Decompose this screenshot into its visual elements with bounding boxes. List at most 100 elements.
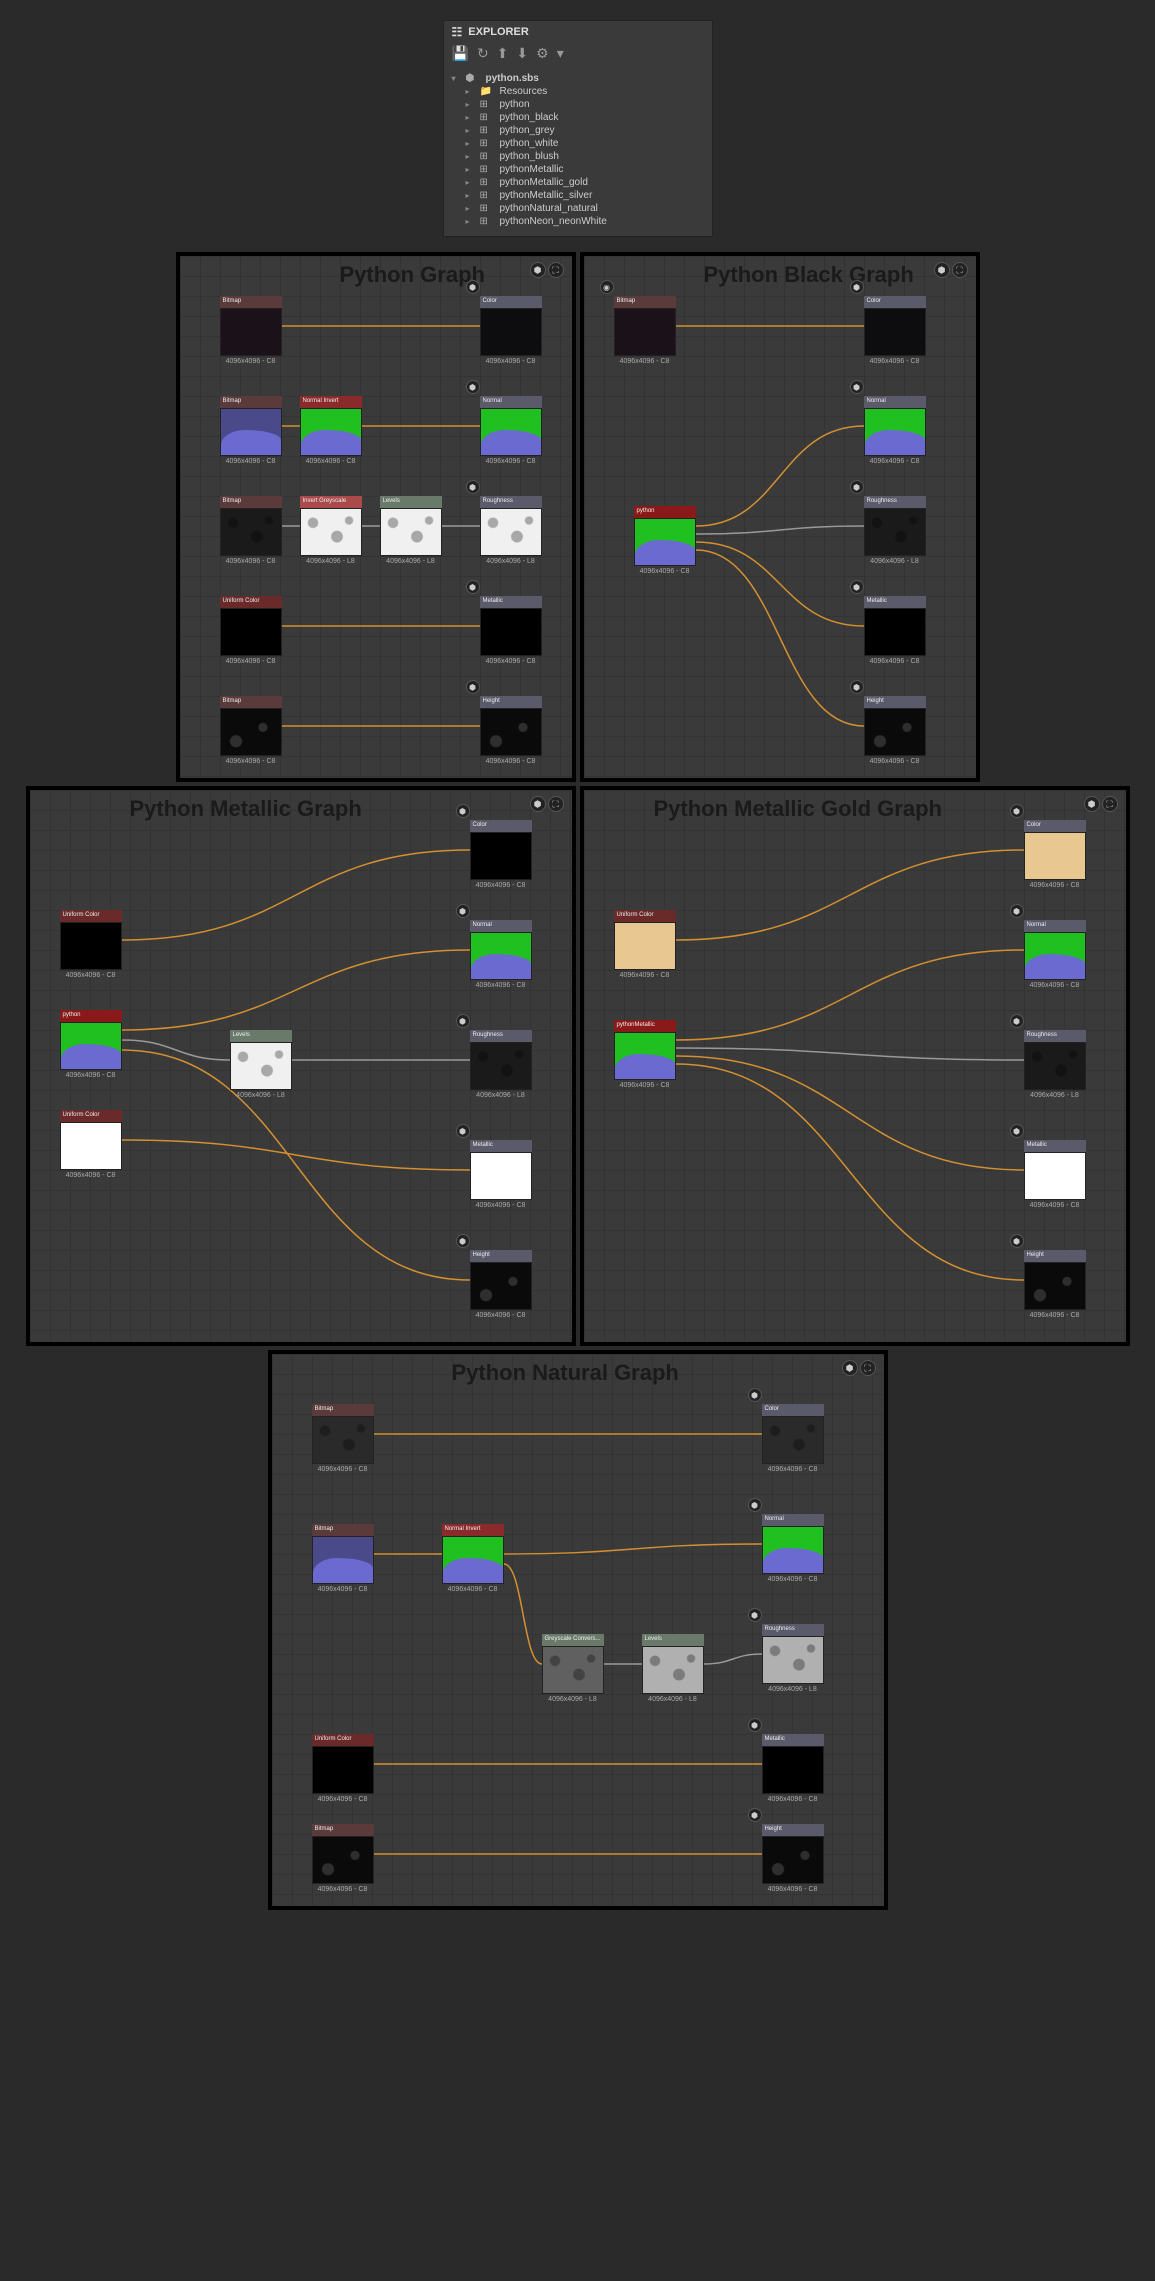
node-resolution: 4096x4096 - L8	[380, 558, 442, 565]
refresh-icon[interactable]: ↻	[477, 45, 489, 62]
node-invert_greyscale[interactable]: Invert Greyscale 4096x4096 - L8	[300, 496, 362, 565]
node-uniform[interactable]: Uniform Color 4096x4096 - C8	[60, 910, 122, 979]
node-python_metallic[interactable]: pythonMetallic 4096x4096 - C8	[614, 1020, 676, 1089]
view3d-icon[interactable]: ⬢	[530, 796, 546, 812]
python-natural-graph[interactable]: Python Natural Graph ⬢ ⛶ Bitmap 4096x409…	[268, 1350, 888, 1910]
node-out_metallic[interactable]: ⬢ Metallic 4096x4096 - C8	[480, 596, 542, 665]
node-resolution: 4096x4096 - C8	[614, 1082, 676, 1089]
save-icon[interactable]: 💾	[452, 45, 469, 62]
node-thumbnail	[642, 1646, 704, 1694]
node-uniform[interactable]: Uniform Color 4096x4096 - C8	[60, 1110, 122, 1179]
node-bitmap[interactable]: Bitmap 4096x4096 - C8	[312, 1404, 374, 1473]
node-out_roughness[interactable]: ⬢ Roughness 4096x4096 - L8	[762, 1624, 824, 1693]
view3d-icon[interactable]: ⬢	[842, 1360, 858, 1376]
expand-icon[interactable]: ⛶	[548, 262, 564, 278]
node-bitmap[interactable]: Bitmap 4096x4096 - C8	[220, 396, 282, 465]
tree-item[interactable]: ▸ ⊞ python_white	[444, 137, 712, 150]
tree-item[interactable]: ▸ ⊞ pythonMetallic	[444, 163, 712, 176]
tree-item[interactable]: ▸ ⊞ pythonNatural_natural	[444, 202, 712, 215]
node-out_height[interactable]: ⬢ Height 4096x4096 - C8	[470, 1250, 532, 1319]
node-thumbnail	[634, 518, 696, 566]
tree-item[interactable]: ▸ ⊞ python	[444, 98, 712, 111]
node-normal_invert[interactable]: Normal Invert 4096x4096 - C8	[442, 1524, 504, 1593]
view3d-icon[interactable]: ⬢	[1084, 796, 1100, 812]
node-out_color[interactable]: ⬢ Color 4096x4096 - C8	[480, 296, 542, 365]
node-out_normal[interactable]: ⬢ Normal 4096x4096 - C8	[864, 396, 926, 465]
node-out_metallic[interactable]: ⬢ Metallic 4096x4096 - C8	[762, 1734, 824, 1803]
node-resolution: 4096x4096 - L8	[230, 1092, 292, 1099]
node-bitmap[interactable]: ◉ Bitmap 4096x4096 - C8	[614, 296, 676, 365]
node-uniform[interactable]: Uniform Color 4096x4096 - C8	[614, 910, 676, 979]
node-out_height[interactable]: ⬢ Height 4096x4096 - C8	[762, 1824, 824, 1893]
node-normal_invert[interactable]: Normal Invert 4096x4096 - C8	[300, 396, 362, 465]
tree-item[interactable]: ▸ 📁 Resources	[444, 85, 712, 98]
node-python[interactable]: python 4096x4096 - C8	[60, 1010, 122, 1079]
tree-item[interactable]: ▸ ⊞ pythonMetallic_silver	[444, 189, 712, 202]
node-resolution: 4096x4096 - C8	[60, 1172, 122, 1179]
upload-icon[interactable]: ⬆	[497, 45, 509, 62]
node-out_normal[interactable]: ⬢ Normal 4096x4096 - C8	[1024, 920, 1086, 989]
node-out_height[interactable]: ⬢ Height 4096x4096 - C8	[864, 696, 926, 765]
download-icon[interactable]: ⬇	[516, 45, 528, 62]
node-levels[interactable]: Levels 4096x4096 - L8	[642, 1634, 704, 1703]
folder-icon: 📁	[480, 86, 494, 97]
tree-item[interactable]: ▸ ⊞ python_blush	[444, 150, 712, 163]
node-bitmap[interactable]: Bitmap 4096x4096 - C8	[220, 496, 282, 565]
node-out_color[interactable]: ⬢ Color 4096x4096 - C8	[1024, 820, 1086, 889]
node-out_color[interactable]: ⬢ Color 4096x4096 - C8	[470, 820, 532, 889]
python-metallic-gold-graph[interactable]: Python Metallic Gold Graph ⬢ ⛶ Uniform C…	[580, 786, 1130, 1346]
node-out_roughness[interactable]: ⬢ Roughness 4096x4096 - L8	[864, 496, 926, 565]
node-resolution: 4096x4096 - C8	[762, 1466, 824, 1473]
node-thumbnail	[60, 922, 122, 970]
python-black-graph[interactable]: Python Black Graph ⬢ ⛶ ◉ Bitmap 4096x409…	[580, 252, 980, 782]
expand-icon[interactable]: ⛶	[952, 262, 968, 278]
node-out_color[interactable]: ⬢ Color 4096x4096 - C8	[864, 296, 926, 365]
tree-item[interactable]: ▸ ⊞ python_black	[444, 111, 712, 124]
node-header: Invert Greyscale	[300, 496, 362, 508]
node-bitmap[interactable]: Bitmap 4096x4096 - C8	[220, 296, 282, 365]
python-metallic-graph[interactable]: Python Metallic Graph ⬢ ⛶ Uniform Color …	[26, 786, 576, 1346]
node-bitmap[interactable]: Bitmap 4096x4096 - C8	[312, 1824, 374, 1893]
tree-root[interactable]: ▾ ⬢ python.sbs	[444, 72, 712, 85]
view3d-icon[interactable]: ⬢	[530, 262, 546, 278]
node-out_metallic[interactable]: ⬢ Metallic 4096x4096 - C8	[864, 596, 926, 665]
node-out_normal[interactable]: ⬢ Normal 4096x4096 - C8	[480, 396, 542, 465]
tree-item[interactable]: ▸ ⊞ pythonMetallic_gold	[444, 176, 712, 189]
node-resolution: 4096x4096 - C8	[762, 1796, 824, 1803]
settings-icon[interactable]: ⚙	[536, 45, 549, 62]
node-levels[interactable]: Levels 4096x4096 - L8	[380, 496, 442, 565]
explorer-toolbar: 💾 ↻ ⬆ ⬇ ⚙ ▾	[444, 43, 712, 68]
node-out_metallic[interactable]: ⬢ Metallic 4096x4096 - C8	[1024, 1140, 1086, 1209]
node-python[interactable]: python 4096x4096 - C8	[634, 506, 696, 575]
more-icon[interactable]: ▾	[557, 45, 564, 62]
node-out_color[interactable]: ⬢ Color 4096x4096 - C8	[762, 1404, 824, 1473]
tree-root-label: python.sbs	[486, 73, 539, 84]
tree-item[interactable]: ▸ ⊞ python_grey	[444, 124, 712, 137]
node-resolution: 4096x4096 - C8	[480, 458, 542, 465]
expand-icon[interactable]: ⛶	[548, 796, 564, 812]
expand-icon[interactable]: ⛶	[1102, 796, 1118, 812]
node-bitmap[interactable]: Bitmap 4096x4096 - C8	[220, 696, 282, 765]
node-out_height[interactable]: ⬢ Height 4096x4096 - C8	[480, 696, 542, 765]
node-levels[interactable]: Levels 4096x4096 - L8	[230, 1030, 292, 1099]
node-resolution: 4096x4096 - C8	[220, 658, 282, 665]
expand-icon[interactable]: ⛶	[860, 1360, 876, 1376]
node-out_normal[interactable]: ⬢ Normal 4096x4096 - C8	[470, 920, 532, 989]
node-uniform[interactable]: Uniform Color 4096x4096 - C8	[312, 1734, 374, 1803]
node-bitmap[interactable]: Bitmap 4096x4096 - C8	[312, 1524, 374, 1593]
view3d-icon[interactable]: ⬢	[934, 262, 950, 278]
tree-item[interactable]: ▸ ⊞ pythonNeon_neonWhite	[444, 215, 712, 228]
node-uniform[interactable]: Uniform Color 4096x4096 - C8	[220, 596, 282, 665]
node-out_metallic[interactable]: ⬢ Metallic 4096x4096 - C8	[470, 1140, 532, 1209]
node-out_normal[interactable]: ⬢ Normal 4096x4096 - C8	[762, 1514, 824, 1583]
node-grayscale_conv[interactable]: Greyscale Convers... 4096x4096 - L8	[542, 1634, 604, 1703]
node-thumbnail	[762, 1746, 824, 1794]
node-resolution: 4096x4096 - C8	[300, 458, 362, 465]
node-out_height[interactable]: ⬢ Height 4096x4096 - C8	[1024, 1250, 1086, 1319]
node-out_roughness[interactable]: ⬢ Roughness 4096x4096 - L8	[1024, 1030, 1086, 1099]
chevron-right-icon: ▸	[466, 126, 476, 135]
node-out_roughness[interactable]: ⬢ Roughness 4096x4096 - L8	[480, 496, 542, 565]
node-out_roughness[interactable]: ⬢ Roughness 4096x4096 - L8	[470, 1030, 532, 1099]
node-thumbnail	[60, 1122, 122, 1170]
python-graph[interactable]: Python Graph ⬢ ⛶ Bitmap 4096x4096 - C8 ⬢…	[176, 252, 576, 782]
